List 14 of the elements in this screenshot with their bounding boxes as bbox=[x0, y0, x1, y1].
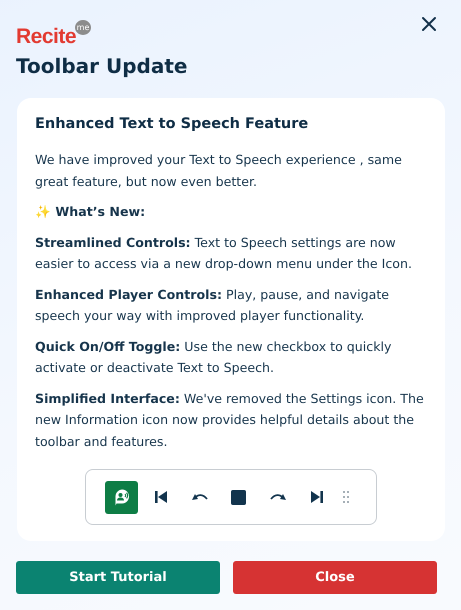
tutorial-button[interactable]: Start Tutorial bbox=[16, 561, 220, 594]
paragraph: Enhanced Player Controls: Play, pause, and navigate speech your way with improved player functionality. bbox=[35, 286, 390, 325]
dialog-title: Toolbar Update bbox=[16, 53, 188, 79]
close-icon[interactable] bbox=[421, 16, 437, 32]
speech-icon[interactable] bbox=[105, 480, 138, 514]
card-heading: Enhanced Text to Speech Feature bbox=[35, 115, 310, 134]
paragraph: ✨ What’s New: bbox=[35, 203, 146, 221]
paragraph: Simplified Interface: We've removed the Settings icon. The new Information icon now provides helpful details about the toolbar and features. bbox=[35, 390, 425, 450]
close-button[interactable]: Close bbox=[233, 561, 437, 594]
paragraph: Streamlined Controls: Text to Speech settings are now easier to access via a new drop-down menu under the Icon. bbox=[35, 234, 413, 273]
paragraph: We have improved your Text to Speech experience , same great feature, but now even better. bbox=[35, 151, 403, 191]
logo-wordmark: Recite bbox=[16, 26, 76, 48]
paragraph: Quick On/Off Toggle: Use the new checkbox to quickly activate or deactivate Text to Speech. bbox=[35, 338, 392, 377]
logo-badge: me bbox=[75, 20, 92, 35]
